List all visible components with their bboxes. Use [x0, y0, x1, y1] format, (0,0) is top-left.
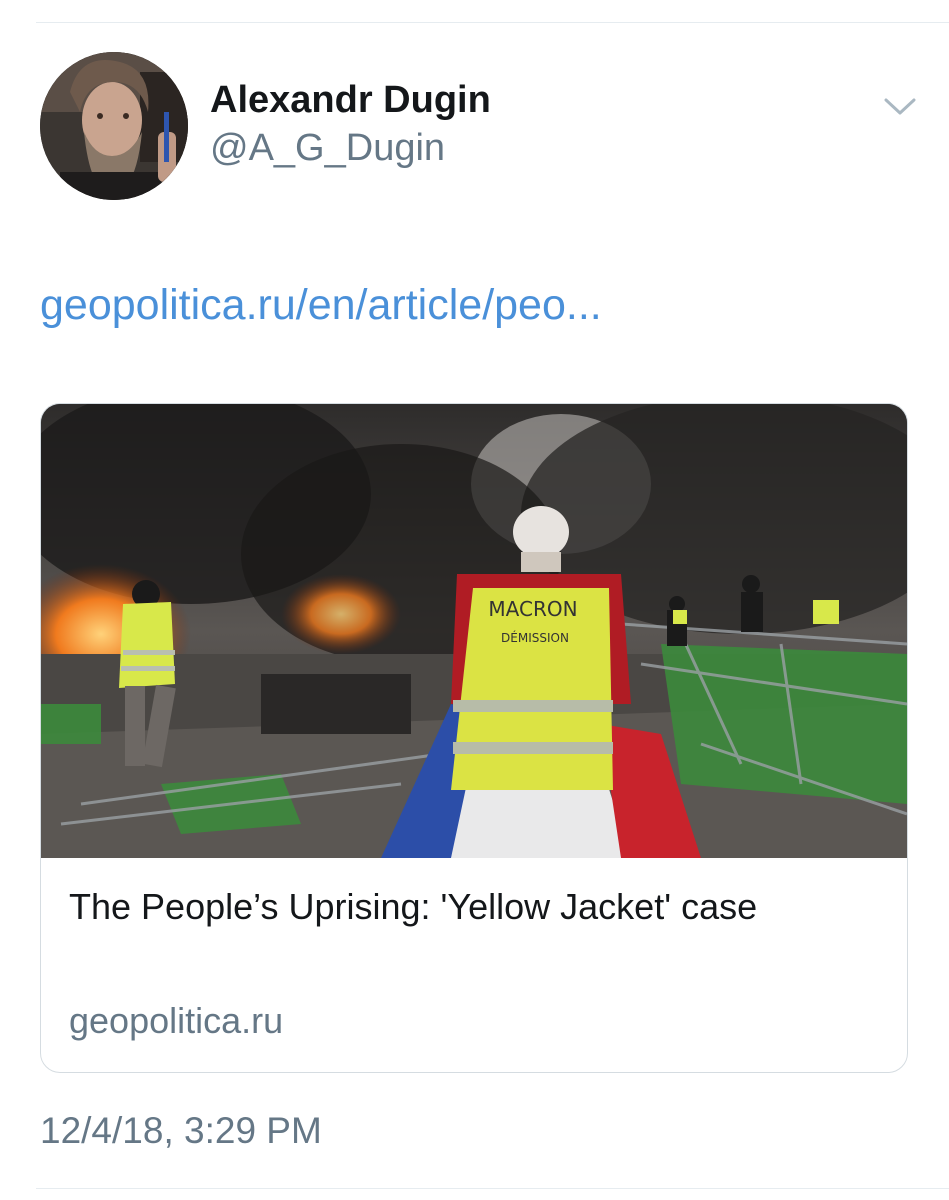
avatar-image — [40, 52, 188, 200]
card-domain: geopolitica.ru — [69, 1000, 284, 1041]
avatar[interactable] — [40, 52, 188, 200]
vest-text-1: MACRON — [488, 597, 577, 621]
display-name[interactable]: Alexandr Dugin — [210, 78, 491, 122]
user-handle[interactable]: @A_G_Dugin — [210, 122, 491, 174]
vest-text-2: DÉMISSION — [501, 630, 569, 645]
author-block: Alexandr Dugin @A_G_Dugin — [210, 78, 491, 174]
tweet-header: Alexandr Dugin @A_G_Dugin — [40, 52, 920, 202]
card-image: MACRON DÉMISSION — [41, 404, 907, 858]
link-preview-card[interactable]: MACRON DÉMISSION The People’s Uprising: … — [40, 403, 908, 1073]
top-divider — [36, 22, 949, 23]
bottom-divider — [36, 1188, 949, 1189]
card-title: The People’s Uprising: 'Yellow Jacket' c… — [69, 886, 758, 927]
chevron-down-icon[interactable] — [882, 94, 918, 118]
tweet-link[interactable]: geopolitica.ru/en/article/peo... — [40, 278, 602, 332]
tweet-timestamp[interactable]: 12/4/18, 3:29 PM — [40, 1106, 322, 1156]
